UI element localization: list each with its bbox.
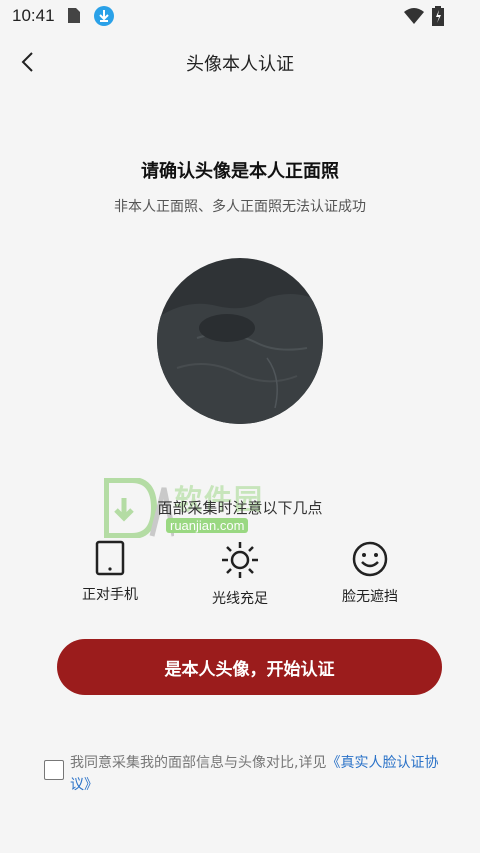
avatar-image (157, 258, 323, 424)
status-bar: 10:41 (0, 0, 480, 32)
app-bar: 头像本人认证 (0, 40, 480, 84)
page-title: 头像本人认证 (186, 54, 294, 75)
tip-no-cover: 脸无遮挡 (310, 540, 430, 606)
sd-card-icon (68, 8, 80, 23)
confirm-heading: 请确认头像是本人正面照 (141, 161, 339, 182)
tip-label: 光线充足 (212, 591, 268, 607)
phone-icon (95, 540, 125, 576)
capture-notice: 面部采集时注意以下几点 (157, 499, 323, 517)
tip-face-phone: 正对手机 (50, 540, 170, 604)
sun-icon (222, 542, 258, 578)
agreement-label: 我同意采集我的面部信息与头像对比,详见 (70, 755, 327, 771)
tip-label: 脸无遮挡 (342, 589, 398, 605)
status-time: 10:41 (12, 6, 55, 25)
battery-icon (432, 6, 444, 26)
download-icon (94, 6, 114, 26)
agreement-checkbox[interactable] (44, 760, 64, 780)
tip-lighting: 光线充足 (180, 540, 300, 608)
confirm-subheading: 非本人正面照、多人正面照无法认证成功 (114, 199, 366, 215)
tip-label: 正对手机 (82, 587, 138, 603)
smile-icon (352, 541, 388, 577)
capture-tips: 正对手机 光线充足 脸无遮挡 (0, 540, 480, 610)
start-verification-button[interactable]: 是本人头像，开始认证 (57, 639, 442, 695)
agreement-text: 我同意采集我的面部信息与头像对比,详见《真实人脸认证协议》 (70, 752, 444, 796)
watermark-en: ruanjian.com (166, 518, 249, 533)
wifi-icon (404, 8, 424, 24)
